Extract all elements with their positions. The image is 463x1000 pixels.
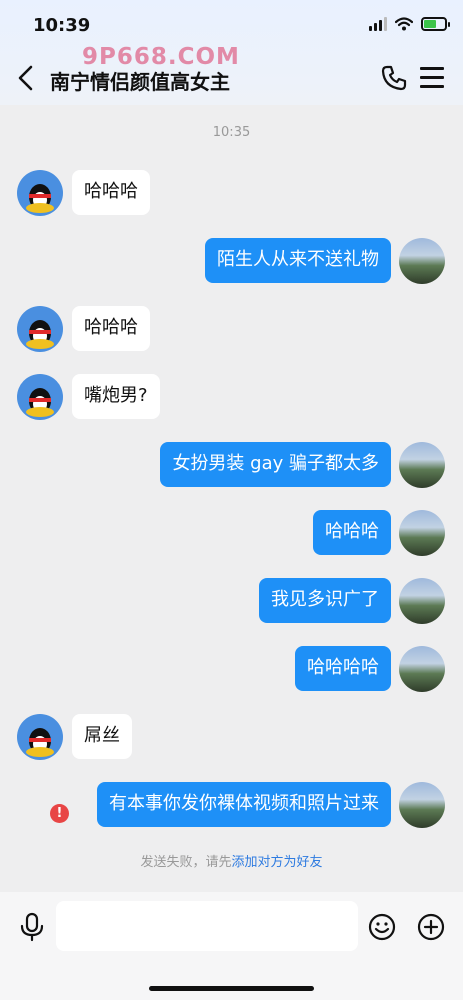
message-bubble-incoming[interactable]: 嘴炮男? <box>72 374 160 419</box>
hamburger-menu-icon[interactable] <box>420 67 444 89</box>
plus-circle-icon[interactable] <box>416 912 446 942</box>
message-bubble-outgoing[interactable]: 陌生人从来不送礼物 <box>205 238 391 283</box>
microphone-icon[interactable] <box>19 912 45 942</box>
nav-bar: 南宁情侣颜值高女主 <box>0 54 463 102</box>
message-bubble-incoming[interactable]: 屌丝 <box>72 714 132 759</box>
battery-icon <box>421 17 450 31</box>
my-avatar[interactable] <box>399 238 445 284</box>
message-bubble-incoming[interactable]: 哈哈哈 <box>72 306 150 351</box>
message-bubble-outgoing[interactable]: 女扮男装 gay 骗子都太多 <box>160 442 391 487</box>
contact-avatar[interactable] <box>17 306 63 352</box>
chat-header: 10:39 9P668.COM 南宁情侣颜值高女主 <box>0 0 463 105</box>
cellular-signal-icon <box>369 17 387 31</box>
phone-icon[interactable] <box>380 64 408 92</box>
smiley-icon[interactable] <box>367 912 397 942</box>
message-timestamp: 10:35 <box>212 125 251 140</box>
my-avatar[interactable] <box>399 442 445 488</box>
message-input[interactable] <box>56 901 358 951</box>
wifi-icon <box>395 17 413 31</box>
send-failed-notice: 发送失败，请先添加对方为好友 <box>0 851 463 870</box>
home-indicator[interactable] <box>149 986 314 991</box>
message-bubble-incoming[interactable]: 哈哈哈 <box>72 170 150 215</box>
send-failed-icon[interactable]: ! <box>50 804 69 823</box>
my-avatar[interactable] <box>399 578 445 624</box>
my-avatar[interactable] <box>399 646 445 692</box>
add-friend-link[interactable]: 添加对方为好友 <box>232 855 323 870</box>
my-avatar[interactable] <box>399 510 445 556</box>
send-failed-text: 发送失败，请先 <box>140 855 232 870</box>
message-bubble-outgoing[interactable]: 哈哈哈哈 <box>295 646 391 691</box>
message-bubble-outgoing[interactable]: 有本事你发你裸体视频和照片过来 <box>97 782 391 827</box>
chat-title[interactable]: 南宁情侣颜值高女主 <box>50 66 230 95</box>
contact-avatar[interactable] <box>17 170 63 216</box>
clock: 10:39 <box>33 15 91 36</box>
message-bubble-outgoing[interactable]: 我见多识广了 <box>259 578 391 623</box>
message-bubble-outgoing[interactable]: 哈哈哈 <box>313 510 391 555</box>
status-icons <box>369 17 450 31</box>
status-bar: 10:39 <box>0 0 463 50</box>
my-avatar[interactable] <box>399 782 445 828</box>
chevron-left-icon[interactable] <box>14 64 38 92</box>
contact-avatar[interactable] <box>17 714 63 760</box>
contact-avatar[interactable] <box>17 374 63 420</box>
input-bar <box>0 892 463 1000</box>
